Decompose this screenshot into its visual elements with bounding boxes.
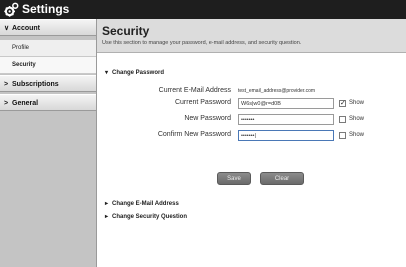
email-label: Current E-Mail Address [158,87,231,94]
main-panel: Security Use this section to manage your… [97,19,406,267]
sidebar-section-label: General [12,100,39,107]
sidebar-section-general[interactable]: > General [0,94,96,111]
page-title: Security [102,24,150,38]
sidebar-item-label: Security [12,62,36,68]
show-new-checkbox[interactable] [339,116,346,123]
email-row: Current E-Mail Address test_email_addres… [97,86,406,98]
sidebar-item-security[interactable]: Security [0,57,96,74]
confirm-password-label: Confirm New Password [157,131,231,138]
sidebar-item-label: Profile [12,45,30,51]
page-header: Security Use this section to manage your… [97,19,406,53]
window-title: Settings [22,2,70,16]
sidebar-item-profile[interactable]: Profile [0,40,96,57]
triangle-right-icon: ▸ [105,201,109,207]
triangle-down-icon: ▾ [105,70,109,76]
show-current-checkbox[interactable]: ✓ [339,100,346,107]
new-password-row: New Password ••••••• Show [97,114,406,126]
new-password-input[interactable]: ••••••• [238,114,334,125]
sidebar: ∨ Account Profile Security > Subscriptions… [0,19,97,267]
sidebar-section-subscriptions[interactable]: > Subscriptions [0,75,96,92]
current-password-input[interactable]: W6s|w0@r=d0B [238,98,334,109]
confirm-password-input[interactable]: •••••••| [238,130,334,141]
triangle-right-icon: ▸ [105,214,109,220]
sidebar-section-label: Subscriptions [12,81,59,88]
show-label: Show [349,116,365,122]
sidebar-section-label: Account [12,25,40,32]
section-label: Change E-Mail Address [112,201,179,207]
save-button[interactable]: Save [217,172,251,185]
clear-button[interactable]: Clear [260,172,304,185]
section-label: Change Password [112,70,165,76]
gear-icon [4,2,19,17]
current-password-label: Current Password [174,99,231,106]
section-label: Change Security Question [112,214,188,220]
title-bar: Settings [0,0,406,19]
change-email-toggle[interactable]: ▸ Change E-Mail Address [105,200,179,207]
show-label: Show [349,100,365,106]
current-password-row: Current Password W6s|w0@r=d0B ✓ Show [97,98,406,110]
chevron-right-icon: > [4,81,9,88]
page-description: Use this section to manage your password… [102,40,302,46]
chevron-down-icon: ∨ [4,25,10,32]
confirm-password-row: Confirm New Password •••••••| Show [97,130,406,142]
change-question-toggle[interactable]: ▸ Change Security Question [105,213,187,220]
show-confirm-checkbox[interactable] [339,132,346,139]
email-value: test_email_address@provider.com [238,88,316,94]
change-password-toggle[interactable]: ▾ Change Password [105,69,164,76]
new-password-label: New Password [184,115,231,122]
chevron-right-icon: > [4,100,9,107]
sidebar-section-account[interactable]: ∨ Account [0,19,96,36]
show-label: Show [349,132,365,138]
